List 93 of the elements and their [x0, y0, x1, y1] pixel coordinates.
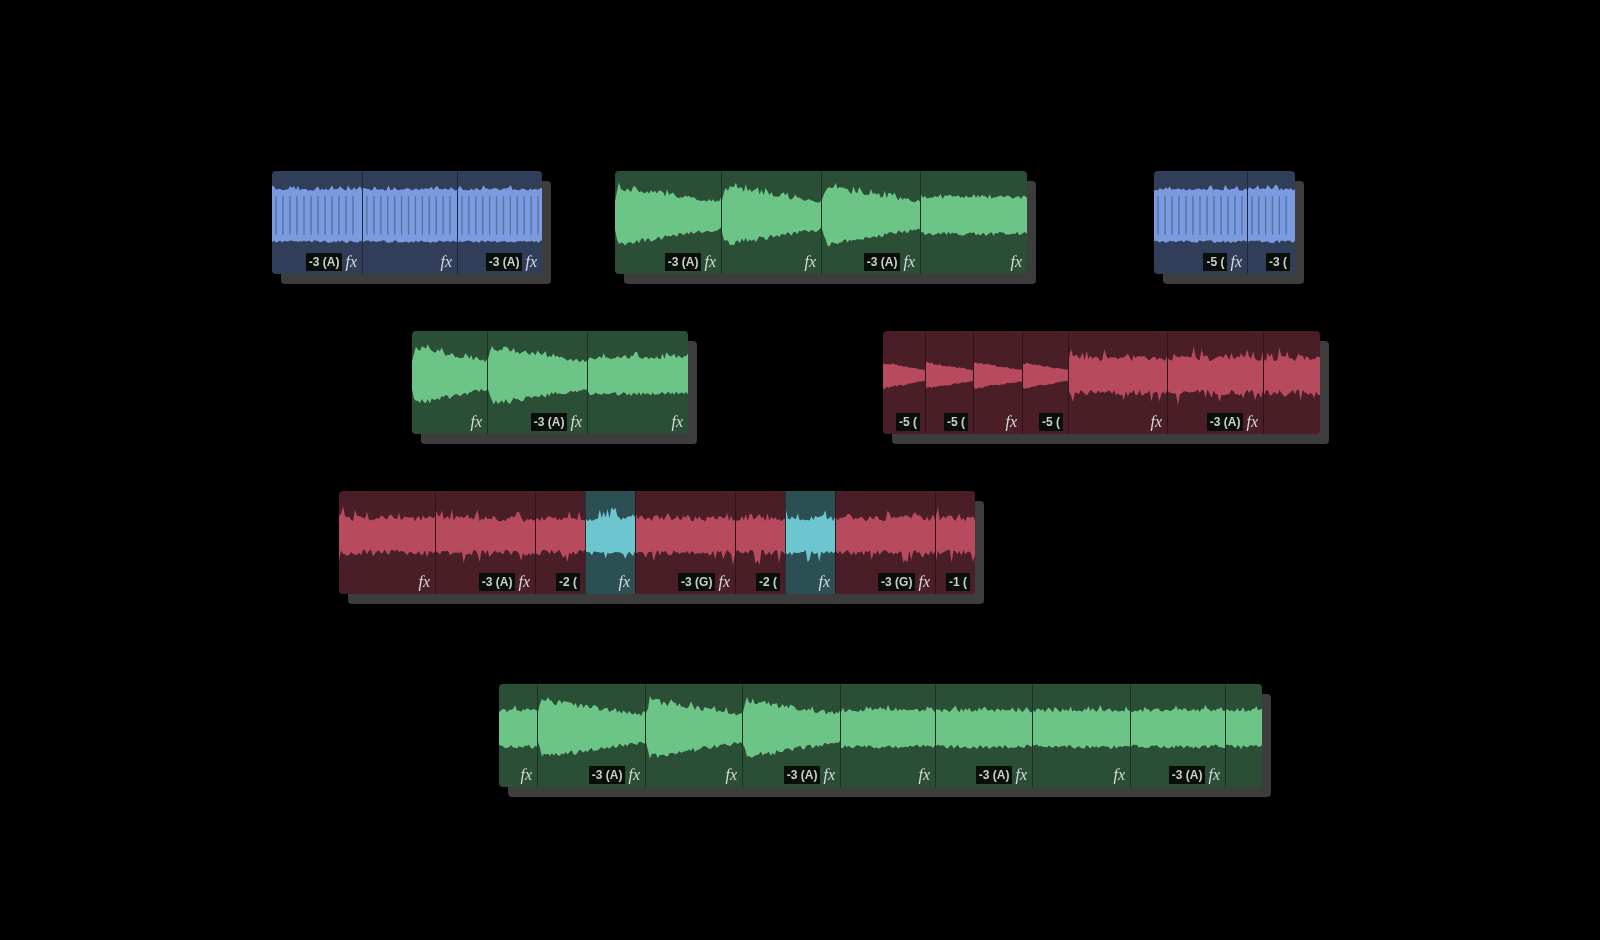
clip-segment[interactable]: -3 (A) fx [1130, 684, 1225, 787]
gain-label: -3 (A) [530, 413, 568, 431]
clip-segment[interactable]: -3 (A) fx [1167, 331, 1263, 434]
fx-label: fx [1246, 413, 1258, 431]
gain-label: -3 (A) [305, 253, 343, 271]
gain-label: -1 ( [946, 573, 970, 591]
gain-label: -2 ( [756, 573, 780, 591]
clip-segment[interactable] [1225, 684, 1262, 787]
fx-label: fx [818, 573, 830, 591]
clip-segment[interactable]: fx [645, 684, 742, 787]
audio-clip[interactable]: -3 (A) fx fx -3 (A) fx fx [615, 171, 1036, 284]
clip-segment[interactable]: fx [585, 491, 635, 594]
clip-segment[interactable]: -3 (A) fx [272, 171, 362, 274]
gain-label: -3 ( [1266, 253, 1290, 271]
clip-segment[interactable]: fx [920, 171, 1027, 274]
gain-label: -5 ( [1039, 413, 1063, 431]
fx-label: fx [1005, 413, 1017, 431]
clip-segment[interactable] [1263, 331, 1320, 434]
clip-segment[interactable]: -1 ( [935, 491, 975, 594]
clip-segment[interactable]: -2 ( [535, 491, 585, 594]
gain-label: -2 ( [556, 573, 580, 591]
fx-label: fx [725, 766, 737, 784]
fx-label: fx [671, 413, 683, 431]
clip-segment[interactable]: fx [362, 171, 457, 274]
fx-label: fx [1113, 766, 1125, 784]
audio-clip[interactable]: fx -3 (A) fx fx [412, 331, 697, 444]
fx-label: fx [1208, 766, 1220, 784]
clip-segment[interactable]: -3 (A) fx [615, 171, 721, 274]
audio-clip[interactable]: fx -3 (A) fx -2 ( fx -3 (G) fx -2 ( fx -3 (G) fx -1 ( [339, 491, 984, 604]
clip-segment[interactable]: -5 ( [883, 331, 925, 434]
clip-segment[interactable]: -2 ( [735, 491, 785, 594]
fx-label: fx [470, 413, 482, 431]
clip-segment[interactable]: -3 (A) fx [487, 331, 587, 434]
fx-label: fx [1150, 413, 1162, 431]
clip-segment[interactable]: -3 (G) fx [635, 491, 735, 594]
fx-label: fx [1015, 766, 1027, 784]
gain-label: -3 (A) [1206, 413, 1244, 431]
fx-label: fx [1230, 253, 1242, 271]
fx-label: fx [704, 253, 716, 271]
clip-segment[interactable]: fx [587, 331, 688, 434]
clip-segment[interactable]: fx [339, 491, 435, 594]
gain-label: -5 ( [896, 413, 920, 431]
clip-segment[interactable]: -3 (A) fx [821, 171, 920, 274]
fx-label: fx [440, 253, 452, 271]
clip-segment[interactable]: fx [785, 491, 835, 594]
clip-segment[interactable]: fx [973, 331, 1022, 434]
fx-label: fx [570, 413, 582, 431]
gain-label: -3 (A) [588, 766, 626, 784]
clip-segment[interactable]: -3 (A) fx [457, 171, 542, 274]
gain-label: -3 (A) [1168, 766, 1206, 784]
gain-label: -3 (A) [783, 766, 821, 784]
gain-label: -3 (G) [878, 573, 916, 591]
clip-segment[interactable]: -3 (G) fx [835, 491, 935, 594]
gain-label: -3 (A) [664, 253, 702, 271]
clip-segment[interactable]: fx [840, 684, 935, 787]
fx-label: fx [823, 766, 835, 784]
fx-label: fx [718, 573, 730, 591]
fx-label: fx [518, 573, 530, 591]
gain-label: -5 ( [1203, 253, 1228, 271]
clip-segment[interactable]: fx [721, 171, 821, 274]
fx-label: fx [1010, 253, 1022, 271]
gain-label: -5 ( [944, 413, 968, 431]
fx-label: fx [628, 766, 640, 784]
fx-label: fx [418, 573, 430, 591]
gain-label: -3 (G) [678, 573, 716, 591]
audio-clip[interactable]: -5 ( -5 ( fx -5 ( fx -3 (A) fx [883, 331, 1329, 444]
fx-label: fx [918, 573, 930, 591]
fx-label: fx [345, 253, 357, 271]
clip-segment[interactable]: -5 ( fx [1154, 171, 1247, 274]
fx-label: fx [903, 253, 915, 271]
gain-label: -3 (A) [975, 766, 1013, 784]
fx-label: fx [804, 253, 816, 271]
fx-label: fx [618, 573, 630, 591]
audio-clip[interactable]: -5 ( fx -3 ( [1154, 171, 1304, 284]
clip-segment[interactable]: -3 ( [1247, 171, 1295, 274]
gain-label: -3 (A) [485, 253, 523, 271]
audio-clip[interactable]: fx -3 (A) fx fx -3 (A) fx fx -3 (A) fx fx -3 (A) fx [499, 684, 1271, 797]
fx-label: fx [525, 253, 537, 271]
clip-segment[interactable]: -5 ( [925, 331, 973, 434]
fx-label: fx [520, 766, 532, 784]
clip-segment[interactable]: fx [1032, 684, 1130, 787]
clip-segment[interactable]: -3 (A) fx [435, 491, 535, 594]
clip-segment[interactable]: -3 (A) fx [537, 684, 645, 787]
audio-clip[interactable]: -3 (A) fx fx -3 (A) fx [272, 171, 551, 284]
clip-segment[interactable]: -3 (A) fx [742, 684, 840, 787]
clip-segment[interactable]: -3 (A) fx [935, 684, 1032, 787]
fx-label: fx [918, 766, 930, 784]
clip-segment[interactable]: fx [412, 331, 487, 434]
gain-label: -3 (A) [478, 573, 516, 591]
clip-segment[interactable]: fx [1068, 331, 1167, 434]
gain-label: -3 (A) [863, 253, 901, 271]
clip-segment[interactable]: -5 ( [1022, 331, 1068, 434]
clip-segment[interactable]: fx [499, 684, 537, 787]
